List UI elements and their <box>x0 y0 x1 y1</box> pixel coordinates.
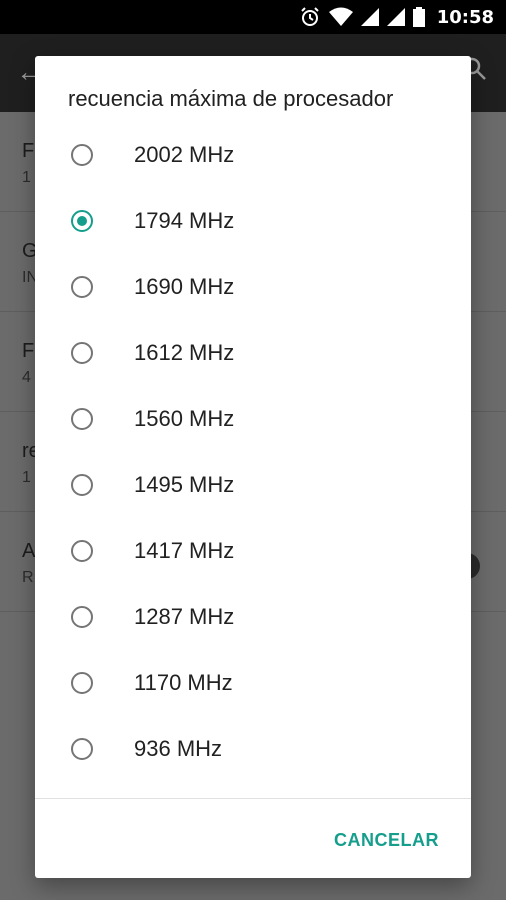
option-1170[interactable]: 1170 MHz <box>35 653 471 719</box>
status-time: 10:58 <box>436 6 494 28</box>
radio-button[interactable] <box>71 144 93 166</box>
option-label: 1170 MHz <box>134 670 233 695</box>
option-label: 1612 MHz <box>134 340 235 365</box>
status-bar: 10:58 <box>0 0 506 34</box>
radio-button[interactable] <box>71 276 93 298</box>
option-1560[interactable]: 1560 MHz <box>35 389 471 455</box>
radio-button[interactable] <box>71 738 93 760</box>
option-label: 1794 MHz <box>134 208 235 233</box>
divider <box>35 798 471 799</box>
cancel-button[interactable]: CANCELAR <box>334 830 439 851</box>
signal-icon <box>360 8 379 26</box>
option-1794[interactable]: 1794 MHz <box>35 191 471 257</box>
radio-button[interactable] <box>71 342 93 364</box>
option-label: 1495 MHz <box>134 472 235 497</box>
option-1287[interactable]: 1287 MHz <box>35 587 471 653</box>
battery-icon <box>412 7 425 27</box>
signal-icon <box>386 8 405 26</box>
radio-button[interactable] <box>71 474 93 496</box>
alarm-icon <box>299 6 321 28</box>
radio-button[interactable] <box>71 540 93 562</box>
option-label: 936 MHz <box>134 736 223 761</box>
options-list: 2002 MHz 1794 MHz 1690 MHz 1612 MHz 1560… <box>35 125 471 785</box>
option-1495[interactable]: 1495 MHz <box>35 455 471 521</box>
radio-button[interactable] <box>71 408 93 430</box>
radio-button[interactable] <box>71 210 93 232</box>
wifi-icon <box>328 7 353 27</box>
option-1612[interactable]: 1612 MHz <box>35 323 471 389</box>
frequency-dialog: recuencia máxima de procesador 2002 MHz … <box>35 56 471 878</box>
option-label: 1690 MHz <box>134 274 235 299</box>
option-1417[interactable]: 1417 MHz <box>35 521 471 587</box>
dialog-title: recuencia máxima de procesador <box>68 86 394 111</box>
option-label: 2002 MHz <box>134 142 235 167</box>
option-2002[interactable]: 2002 MHz <box>35 125 471 191</box>
option-label: 1417 MHz <box>134 538 235 563</box>
option-label: 1287 MHz <box>134 604 235 629</box>
option-936[interactable]: 936 MHz <box>35 719 471 785</box>
option-1690[interactable]: 1690 MHz <box>35 257 471 323</box>
radio-button[interactable] <box>71 672 93 694</box>
radio-button[interactable] <box>71 606 93 628</box>
option-label: 1560 MHz <box>134 406 235 431</box>
